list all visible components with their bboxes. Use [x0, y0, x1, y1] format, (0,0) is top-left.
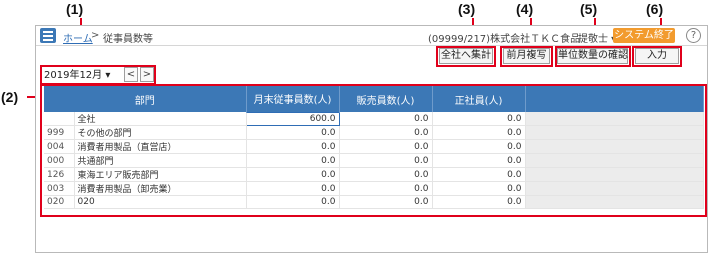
- highlight-5: [555, 46, 631, 67]
- app-window: ホーム > 従事員数等 (09999/217)株式会社ＴＫＣ食品 提敬士 ▾ シ…: [35, 25, 708, 253]
- annotation-1: (1): [66, 1, 84, 17]
- page-title: 従事員数等: [103, 34, 153, 45]
- highlight-2: [40, 84, 707, 217]
- highlight-6: [632, 46, 682, 67]
- user-menu[interactable]: 提敬士 ▾: [578, 30, 616, 45]
- highlight-3: [436, 46, 496, 67]
- top-bar: ホーム > 従事員数等 (09999/217)株式会社ＴＫＣ食品 提敬士 ▾ シ…: [36, 26, 707, 46]
- highlight-1: [40, 65, 156, 85]
- help-icon[interactable]: ?: [686, 28, 701, 43]
- annotation-2: (2): [1, 89, 19, 105]
- highlight-4: [500, 46, 553, 67]
- breadcrumb-home[interactable]: ホーム: [63, 30, 93, 45]
- annotation-3: (3): [458, 1, 476, 17]
- annotation-5: (5): [580, 1, 598, 17]
- company-name: (09999/217)株式会社ＴＫＣ食品: [428, 34, 581, 45]
- annotation-4: (4): [516, 1, 534, 17]
- system-end-button[interactable]: システム終了: [613, 28, 675, 43]
- hamburger-menu-icon[interactable]: [40, 28, 56, 43]
- annotation-6: (6): [646, 1, 664, 17]
- breadcrumb-separator: >: [91, 30, 100, 41]
